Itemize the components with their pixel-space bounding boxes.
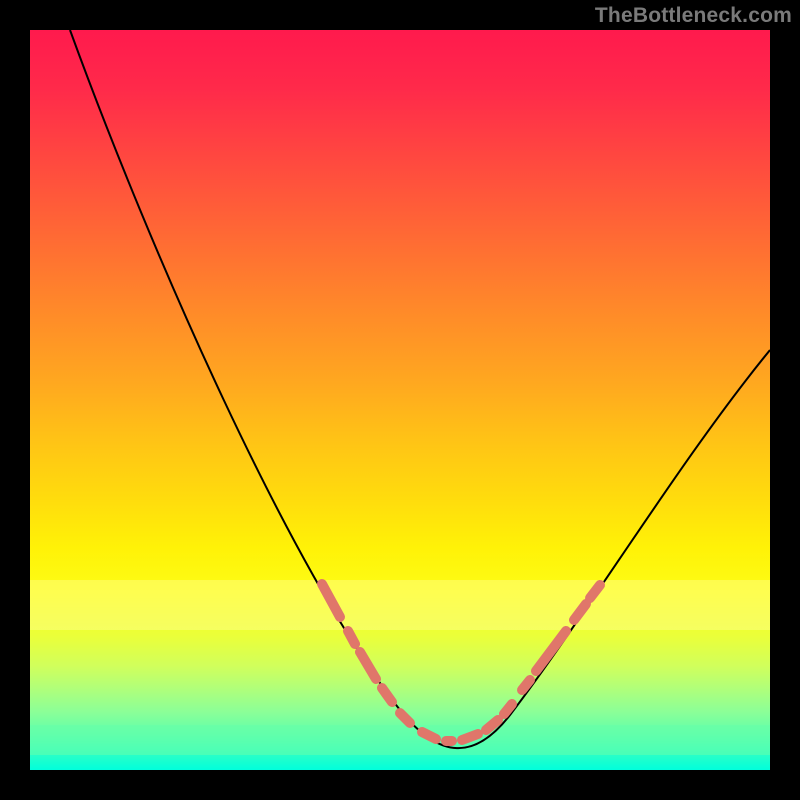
highlight-dash [400,713,410,723]
bottleneck-curve-svg [30,30,770,770]
highlight-dash [486,720,498,730]
watermark-text: TheBottleneck.com [595,4,792,28]
curve-highlight-group [322,584,600,741]
highlight-dash [536,631,566,671]
highlight-dash [422,732,436,739]
highlight-dash [462,734,478,740]
highlight-dash [348,631,355,644]
highlight-dash [382,688,392,702]
highlight-dash [322,584,340,617]
bottleneck-curve [70,30,770,748]
highlight-dash [504,704,512,714]
highlight-dash [522,680,530,690]
highlight-dash [360,652,376,679]
highlight-dash [590,585,600,598]
highlight-dash [574,604,586,620]
